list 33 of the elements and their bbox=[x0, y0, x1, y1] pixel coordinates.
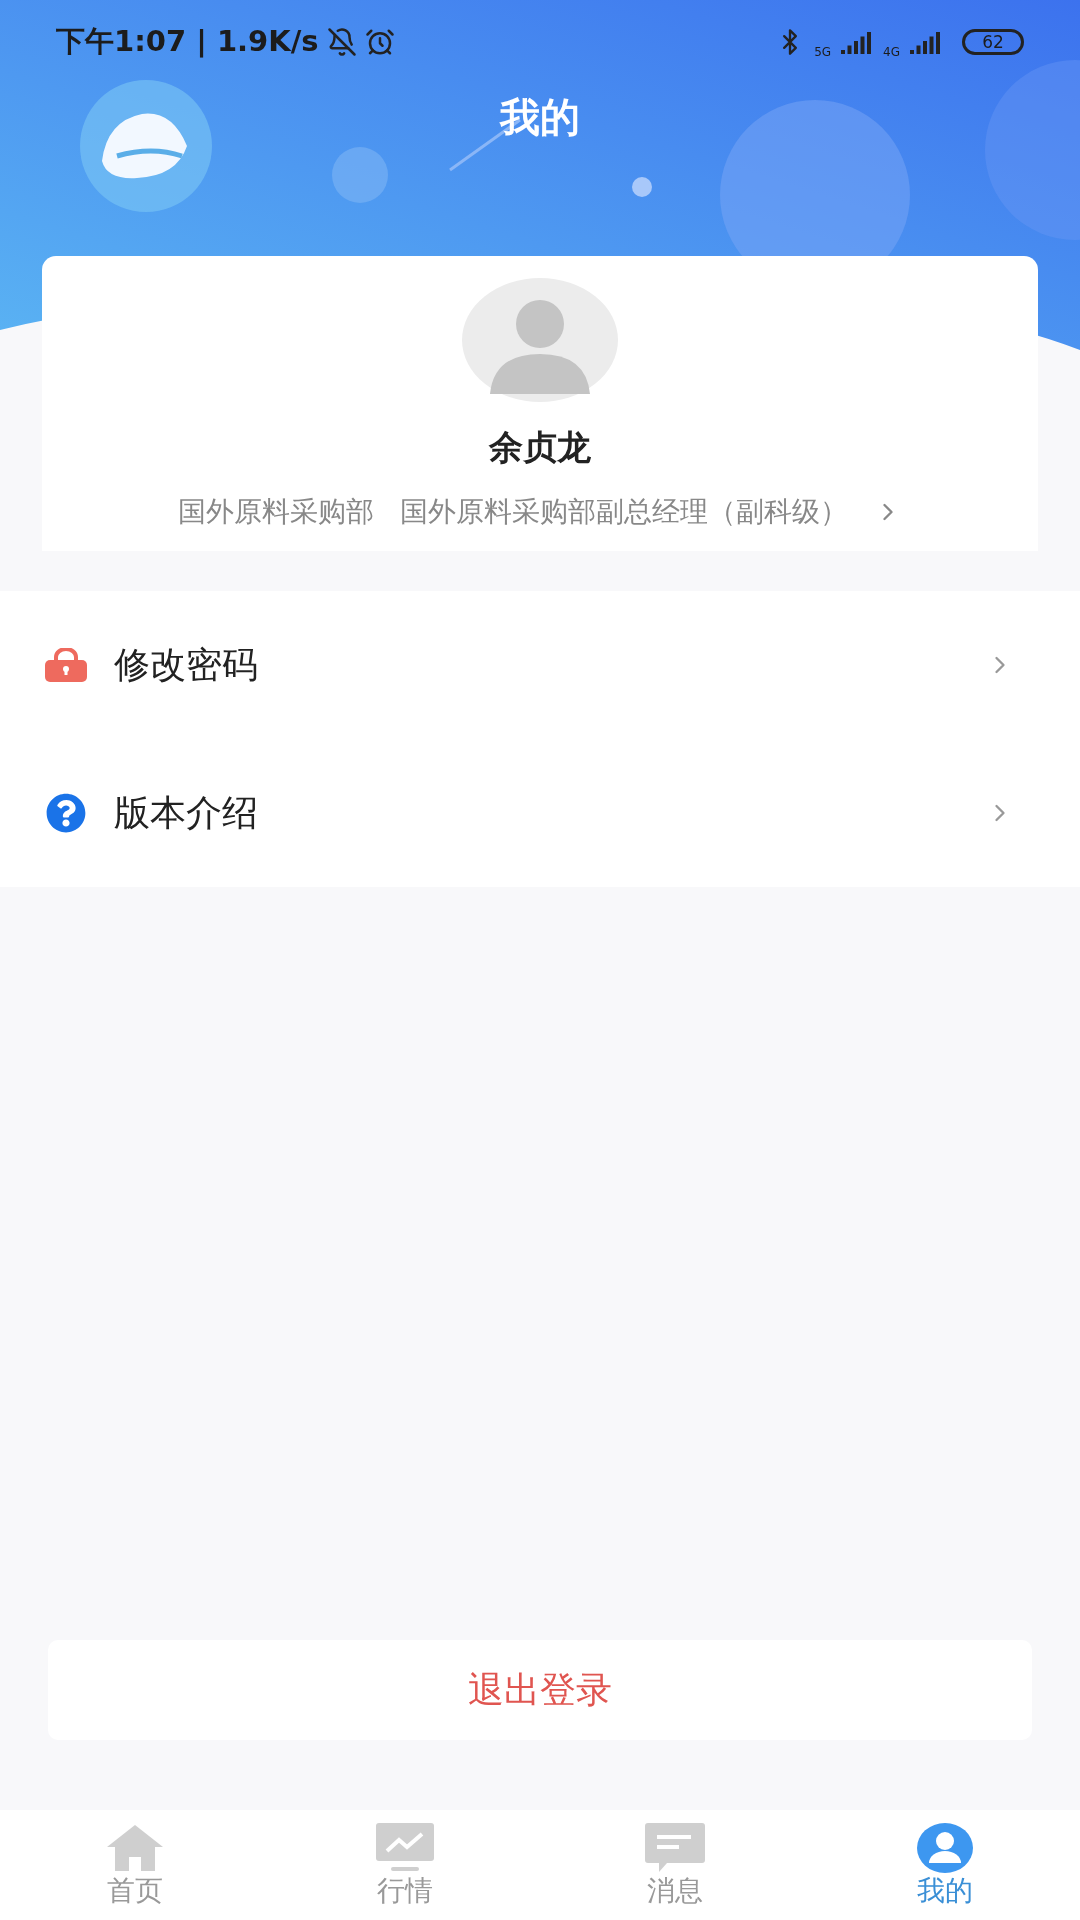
signal-icon bbox=[910, 30, 942, 54]
message-icon bbox=[645, 1822, 705, 1873]
tab-item[interactable]: 我的 bbox=[810, 1810, 1080, 1920]
network-type: 5G bbox=[814, 44, 832, 61]
menu-item[interactable]: 版本介绍 bbox=[0, 739, 1080, 887]
tab-label: 我的 bbox=[917, 1872, 973, 1908]
menu-item[interactable]: 修改密码 bbox=[0, 591, 1080, 739]
network-type: 4G bbox=[883, 44, 900, 61]
avatar-icon bbox=[462, 278, 618, 402]
tab-label: 首页 bbox=[107, 1872, 163, 1908]
tab-item[interactable]: 首页 bbox=[0, 1810, 270, 1920]
tab-item[interactable]: 行情 bbox=[270, 1810, 540, 1920]
lock-icon bbox=[45, 648, 87, 682]
tab-item[interactable]: 消息 bbox=[540, 1810, 810, 1920]
chart-monitor-icon bbox=[375, 1822, 435, 1873]
logout-button[interactable]: 退出登录 bbox=[48, 1640, 1032, 1740]
user-department-link[interactable]: 国外原料采购部 国外原料采购部副总经理（副科级） bbox=[178, 491, 902, 533]
page-title: 我的 bbox=[500, 93, 580, 142]
status-time: 下午1:07 | 1.9K/s bbox=[56, 23, 319, 61]
user-name: 余贞龙 bbox=[489, 426, 591, 469]
menu-label: 修改密码 bbox=[114, 643, 259, 687]
bell-off-icon bbox=[326, 27, 357, 57]
tab-label: 消息 bbox=[647, 1872, 703, 1908]
alarm-icon bbox=[364, 27, 395, 57]
home-icon bbox=[105, 1822, 165, 1873]
department-text: 国外原料采购部 bbox=[178, 494, 374, 530]
tab-label: 行情 bbox=[377, 1872, 433, 1908]
menu-label: 版本介绍 bbox=[114, 791, 259, 835]
signal-icon bbox=[841, 30, 874, 54]
help-icon bbox=[46, 793, 86, 833]
battery-level: 62 bbox=[982, 33, 1004, 51]
person-icon bbox=[917, 1822, 973, 1873]
position-text: 国外原料采购部副总经理（副科级） bbox=[400, 494, 848, 530]
